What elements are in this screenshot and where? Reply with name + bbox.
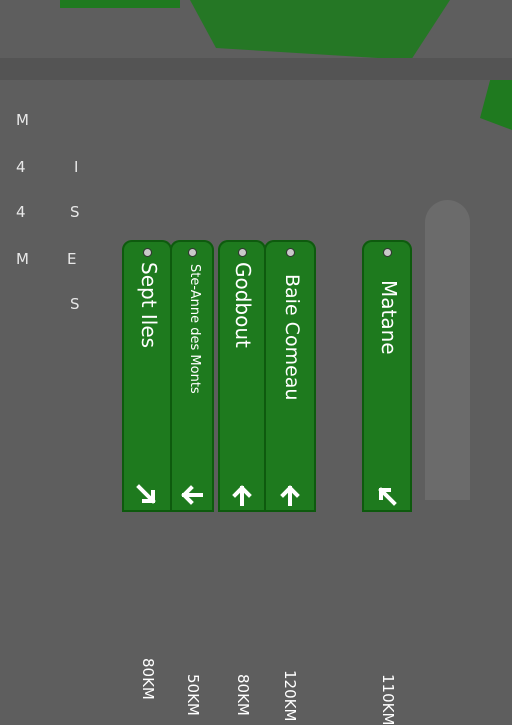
sign-destination: Matane bbox=[377, 280, 401, 355]
glyph-row-2: 4 I bbox=[12, 155, 122, 179]
glyph-row-3: 4 S bbox=[12, 200, 122, 224]
sign-sept-iles: Sept Iles 80KM bbox=[122, 240, 172, 700]
glyph: S bbox=[70, 203, 80, 221]
right-post-shape bbox=[425, 200, 470, 500]
top-green-texture bbox=[190, 0, 450, 60]
sign-destination: Baie Comeau bbox=[281, 274, 303, 401]
glyph: 4 bbox=[16, 158, 26, 176]
arrow-up-left-icon bbox=[378, 487, 397, 506]
glyph-row-5: S bbox=[12, 292, 122, 316]
bolt-icon bbox=[188, 248, 197, 257]
arrow-up-icon bbox=[280, 485, 300, 506]
bolt-icon bbox=[383, 248, 392, 257]
sign-destination: Godbout bbox=[231, 262, 255, 348]
top-left-green-strip bbox=[60, 0, 180, 8]
glyph: E bbox=[67, 250, 77, 268]
arrow-left-icon bbox=[181, 485, 203, 505]
sign-destination: Sept Iles bbox=[137, 262, 161, 349]
bolt-icon bbox=[286, 248, 295, 257]
dark-band bbox=[0, 58, 512, 80]
sign-godbout: Godbout 80KM bbox=[218, 240, 266, 716]
glyph-row-1: M bbox=[12, 108, 122, 132]
arrow-up-icon bbox=[232, 485, 252, 506]
sign-distance: 50KM bbox=[184, 674, 202, 716]
sign-distance: 120KM bbox=[281, 670, 299, 722]
sign-baie-comeau: Baie Comeau 120KM bbox=[264, 240, 316, 721]
sign-destination: Ste-Anne des Monts bbox=[187, 264, 202, 394]
glyph: I bbox=[74, 158, 79, 176]
glyph: M bbox=[16, 111, 29, 129]
sign-distance: 110KM bbox=[379, 674, 397, 725]
bolt-icon bbox=[143, 248, 152, 257]
sign-distance: 80KM bbox=[139, 658, 157, 700]
arrow-down-right-icon bbox=[136, 484, 156, 504]
sign-ste-anne-des-monts: Ste-Anne des Monts 50KM bbox=[170, 240, 214, 716]
bolt-icon bbox=[238, 248, 247, 257]
glyph-row-4: M E bbox=[12, 247, 122, 271]
sign-distance: 80KM bbox=[234, 674, 252, 716]
sign-matane: Matane 110KM bbox=[362, 240, 412, 725]
glyph: M bbox=[16, 250, 29, 268]
glyph: S bbox=[70, 295, 80, 313]
glyph: 4 bbox=[16, 203, 26, 221]
